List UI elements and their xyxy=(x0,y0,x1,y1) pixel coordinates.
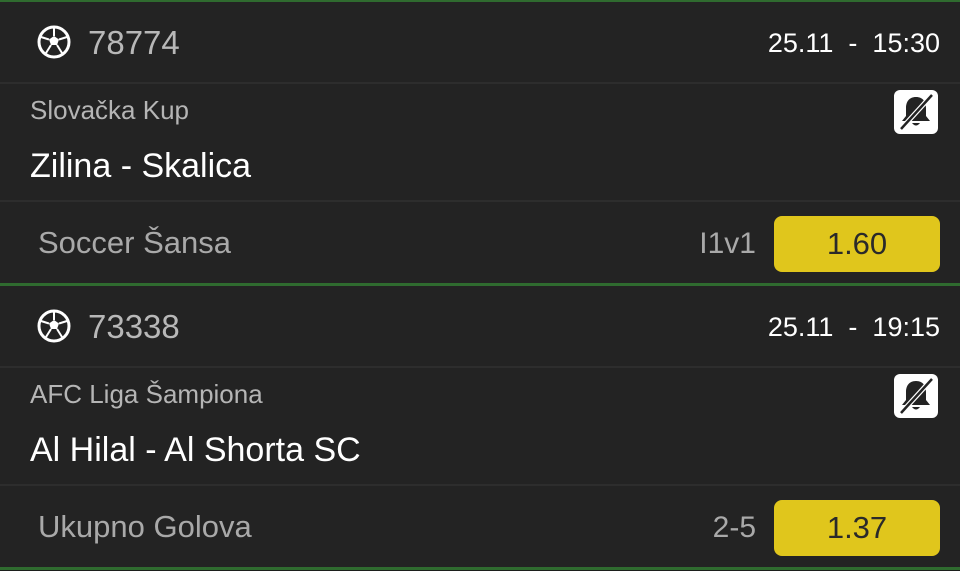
event-card: 78774 25.11 - 15:30 Slovačka Kup Zilina … xyxy=(0,2,960,286)
odds-button[interactable]: 1.60 xyxy=(774,216,940,272)
market-name: Soccer Šansa xyxy=(38,225,231,260)
bet-pick: I1v1 xyxy=(699,227,756,260)
bell-off-icon[interactable] xyxy=(894,90,938,134)
bet-pick: 2-5 xyxy=(712,511,756,544)
event-time: 19:15 xyxy=(872,312,940,342)
event-card: 73338 25.11 - 19:15 AFC Liga Šampiona Al… xyxy=(0,286,960,570)
event-time: 15:30 xyxy=(872,28,940,58)
event-date: 25.11 xyxy=(767,28,834,58)
event-header: 78774 25.11 - 15:30 xyxy=(0,2,960,84)
odds-button[interactable]: 1.37 xyxy=(774,500,940,556)
datetime-separator: - xyxy=(848,28,858,58)
event-datetime: 25.11 - 15:30 xyxy=(768,26,940,60)
league-name: Slovačka Kup xyxy=(30,95,189,125)
bet-row: Ukupno Golova 2-5 1.37 xyxy=(0,484,960,567)
bet-slip-list: 78774 25.11 - 15:30 Slovačka Kup Zilina … xyxy=(0,0,960,571)
bet-row: Soccer Šansa I1v1 1.60 xyxy=(0,200,960,283)
market-name: Ukupno Golova xyxy=(38,509,252,544)
event-date: 25.11 xyxy=(767,312,834,342)
match-title: Al Hilal - Al Shorta SC xyxy=(30,431,361,469)
event-id: 78774 xyxy=(88,24,180,61)
event-datetime: 25.11 - 19:15 xyxy=(768,310,940,344)
soccer-ball-icon xyxy=(37,309,71,343)
datetime-separator: - xyxy=(848,312,858,342)
event-id: 73338 xyxy=(88,308,180,345)
soccer-ball-icon xyxy=(37,25,71,59)
event-header: 73338 25.11 - 19:15 xyxy=(0,286,960,368)
match-title: Zilina - Skalica xyxy=(30,147,252,185)
bell-off-icon[interactable] xyxy=(894,374,938,418)
league-name: AFC Liga Šampiona xyxy=(30,379,263,409)
